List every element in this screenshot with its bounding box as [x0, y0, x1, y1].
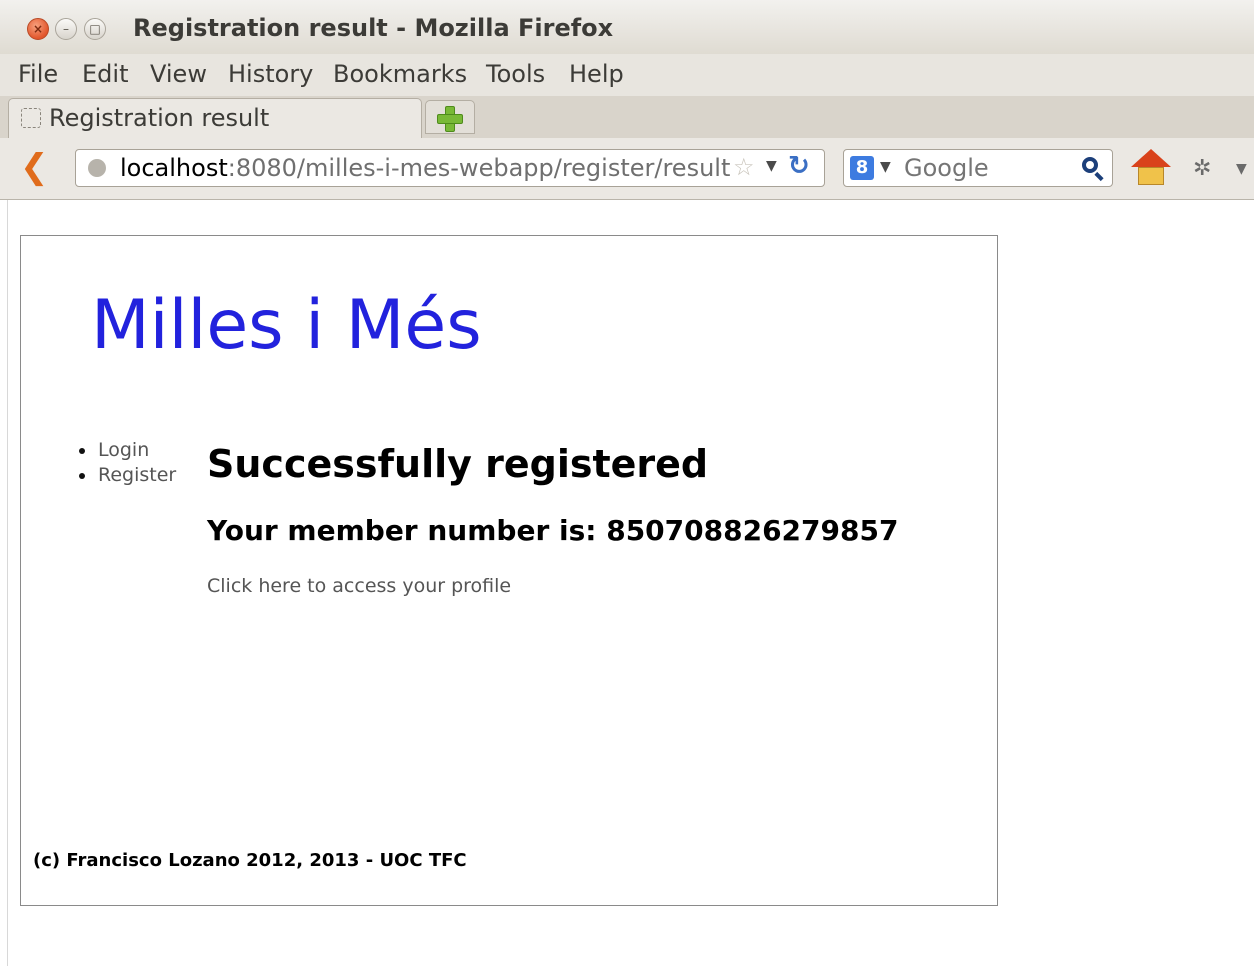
- menu-help[interactable]: Help: [569, 60, 624, 88]
- window-close-button[interactable]: ×: [27, 18, 49, 40]
- menu-bar: File Edit View History Bookmarks Tools H…: [0, 54, 1254, 96]
- member-number-text: Your member number is: 850708826279857: [207, 514, 899, 547]
- search-engine-icon[interactable]: 8: [850, 156, 874, 180]
- bookmark-star-icon[interactable]: ☆: [733, 153, 755, 181]
- nav-login-link[interactable]: Login: [79, 438, 176, 463]
- url-bar[interactable]: localhost:8080/milles-i-mes-webapp/regis…: [75, 149, 825, 187]
- tab-strip: Registration result: [0, 96, 1254, 138]
- url-path: :8080/milles-i-mes-webapp/register/resul…: [227, 154, 732, 182]
- search-engine-dropdown-icon[interactable]: ▼: [880, 159, 891, 175]
- site-title: Milles i Més: [91, 286, 482, 365]
- globe-icon: [88, 159, 106, 177]
- home-icon[interactable]: [1131, 149, 1171, 187]
- plus-icon: [436, 105, 463, 132]
- toolbar-overflow-icon[interactable]: ▼: [1236, 161, 1247, 177]
- back-arrow-icon[interactable]: ❮: [20, 150, 49, 184]
- search-bar: 8 ▼: [843, 149, 1113, 187]
- url-dropdown-icon[interactable]: ▼: [766, 158, 777, 174]
- url-text[interactable]: localhost:8080/milles-i-mes-webapp/regis…: [120, 154, 732, 182]
- minimize-icon: –: [63, 22, 69, 36]
- new-tab-button[interactable]: [425, 100, 475, 134]
- url-host: localhost: [120, 154, 228, 182]
- window-maximize-button[interactable]: □: [84, 18, 106, 40]
- tab-registration-result[interactable]: Registration result: [8, 98, 422, 138]
- nav-register-link[interactable]: Register: [79, 463, 176, 488]
- page-icon: [21, 108, 41, 128]
- profile-link[interactable]: Click here to access your profile: [207, 575, 511, 597]
- menu-bookmarks[interactable]: Bookmarks: [333, 60, 467, 88]
- window-titlebar: × – □ Registration result - Mozilla Fire…: [0, 0, 1254, 54]
- menu-tools[interactable]: Tools: [486, 60, 545, 88]
- addon-icon[interactable]: ✲: [1193, 156, 1211, 181]
- page-container: Milles i Més Login Register Successfully…: [20, 235, 998, 906]
- side-nav: Login Register: [79, 438, 176, 488]
- footer-text: (c) Francisco Lozano 2012, 2013 - UOC TF…: [33, 850, 467, 871]
- page-heading: Successfully registered: [207, 442, 709, 486]
- window-title: Registration result - Mozilla Firefox: [133, 14, 614, 42]
- reload-icon[interactable]: ↻: [788, 151, 810, 181]
- menu-edit[interactable]: Edit: [82, 60, 128, 88]
- tab-title: Registration result: [49, 104, 270, 132]
- close-icon: ×: [32, 22, 44, 36]
- navigation-bar: ❮ localhost:8080/milles-i-mes-webapp/reg…: [0, 138, 1254, 200]
- search-icon[interactable]: [1082, 157, 1098, 173]
- search-input[interactable]: [904, 154, 1064, 182]
- maximize-icon: □: [89, 22, 101, 36]
- menu-file[interactable]: File: [18, 60, 58, 88]
- page-left-edge: [0, 200, 8, 966]
- window-minimize-button[interactable]: –: [55, 18, 77, 40]
- menu-history[interactable]: History: [228, 60, 313, 88]
- menu-view[interactable]: View: [150, 60, 207, 88]
